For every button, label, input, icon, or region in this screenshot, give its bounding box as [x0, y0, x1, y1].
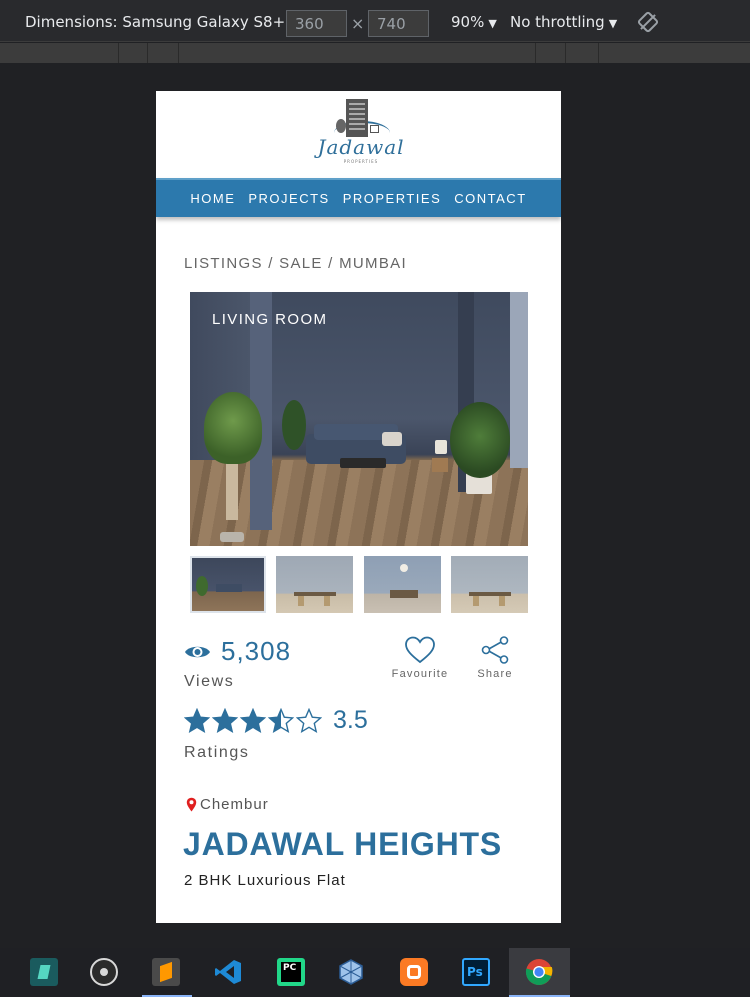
photoshop-icon[interactable]: Ps [462, 958, 490, 986]
thumbnail-4[interactable] [451, 556, 528, 613]
star-full-icon [184, 707, 210, 733]
ruler-segment[interactable] [178, 43, 179, 63]
nav-home[interactable]: HOME [190, 191, 235, 206]
main-photo[interactable]: LIVING ROOM [190, 292, 528, 546]
photo-plant [282, 400, 306, 450]
photo-plant [204, 392, 262, 464]
location-text: Chembur [200, 796, 269, 813]
photo-lamp [435, 440, 447, 454]
star-rating [184, 707, 322, 734]
thumb-console [390, 590, 418, 598]
photo-plant-base [220, 532, 244, 542]
sublime-text-icon[interactable] [152, 958, 180, 986]
eye-icon [185, 646, 210, 657]
zoom-value: 90% [451, 13, 485, 31]
logo-tree-icon [336, 119, 346, 133]
chrome-icon[interactable] [525, 958, 553, 986]
throttling-select[interactable]: No throttling ▼ [510, 13, 617, 31]
virtualbox-icon[interactable] [337, 958, 365, 986]
photo-table [340, 458, 386, 468]
zoom-select[interactable]: 90% ▼ [451, 13, 497, 31]
location-pin-icon [186, 797, 197, 812]
logo-subtext: PROPERTIES [343, 159, 379, 164]
share-button[interactable]: Share [460, 636, 530, 680]
property-title: JADAWAL HEIGHTS [183, 826, 502, 862]
filmora-icon[interactable] [30, 958, 58, 986]
photo-window [510, 292, 528, 468]
rotate-icon[interactable] [636, 10, 660, 34]
views-label: Views [184, 673, 235, 690]
ruler-segment[interactable] [118, 43, 119, 63]
times-icon: × [351, 14, 365, 33]
ruler-segment[interactable] [535, 43, 536, 63]
height-input[interactable] [368, 10, 429, 37]
devtools-device-toolbar: Dimensions: Samsung Galaxy S8+▼ × 90%▼ N… [0, 0, 750, 42]
star-half-icon [268, 707, 294, 733]
chevron-down-icon: ▼ [488, 17, 497, 30]
thumb-sofa [216, 584, 242, 592]
throttling-value: No throttling [510, 13, 605, 31]
heart-icon [405, 636, 435, 664]
photo-plant-stand [226, 460, 238, 520]
media-query-ruler[interactable] [0, 43, 750, 63]
rating-stat: 3.5 [184, 706, 368, 735]
pycharm-icon[interactable]: PC [277, 958, 305, 986]
vscode-icon[interactable] [214, 958, 242, 986]
nav-contact[interactable]: CONTACT [454, 191, 526, 206]
views-count: 5,308 [221, 636, 292, 666]
ruler-segment[interactable] [565, 43, 566, 63]
logo-house-icon [370, 125, 379, 133]
rating-value: 3.5 [333, 706, 368, 734]
share-icon [481, 636, 509, 664]
favourite-button[interactable]: Favourite [385, 636, 455, 680]
ruler-segment[interactable] [598, 43, 599, 63]
photo-plant [450, 402, 510, 478]
breadcrumb[interactable]: LISTINGS / SALE / MUMBAI [184, 255, 407, 272]
device-select[interactable]: Dimensions: Samsung Galaxy S8+▼ [25, 13, 298, 31]
device-select-label: Dimensions: Samsung Galaxy S8+ [25, 13, 286, 31]
ratings-label: Ratings [184, 744, 250, 761]
thumb-chair [298, 596, 304, 606]
obs-icon[interactable] [90, 958, 118, 986]
thumbnail-strip [190, 556, 528, 613]
thumb-lamp [400, 564, 408, 572]
photo-pillow [382, 432, 402, 446]
thumbnail-2[interactable] [276, 556, 353, 613]
star-full-icon [212, 707, 238, 733]
thumb-plant [196, 576, 208, 596]
share-label: Share [477, 668, 513, 680]
logo-text: Jadawal [317, 135, 405, 159]
thumbnail-1[interactable] [190, 556, 266, 613]
views-stat: 5,308 [184, 636, 291, 667]
main-nav: HOME PROJECTS PROPERTIES CONTACT [156, 178, 561, 217]
taskbar: PC Ps [0, 948, 750, 997]
property-subtitle: 2 BHK Luxurious Flat [184, 872, 346, 889]
star-empty-icon [296, 707, 322, 733]
location: Chembur [186, 796, 269, 813]
ruler-segment[interactable] [147, 43, 148, 63]
photo-label: LIVING ROOM [212, 311, 328, 328]
star-full-icon [240, 707, 266, 733]
width-input[interactable] [286, 10, 347, 37]
thumbnail-3[interactable] [364, 556, 441, 613]
site-logo[interactable]: Jadawal PROPERTIES [156, 91, 561, 178]
nav-projects[interactable]: PROJECTS [248, 191, 329, 206]
device-viewport: Jadawal PROPERTIES HOME PROJECTS PROPERT… [156, 91, 561, 923]
xampp-icon[interactable] [400, 958, 428, 986]
thumb-chair [499, 596, 505, 606]
logo-building-icon [346, 99, 368, 137]
thumb-chair [473, 596, 479, 606]
photo-side-table [432, 458, 448, 472]
favourite-label: Favourite [391, 668, 449, 680]
chevron-down-icon: ▼ [608, 17, 618, 30]
thumb-chair [324, 596, 330, 606]
nav-properties[interactable]: PROPERTIES [343, 191, 442, 206]
